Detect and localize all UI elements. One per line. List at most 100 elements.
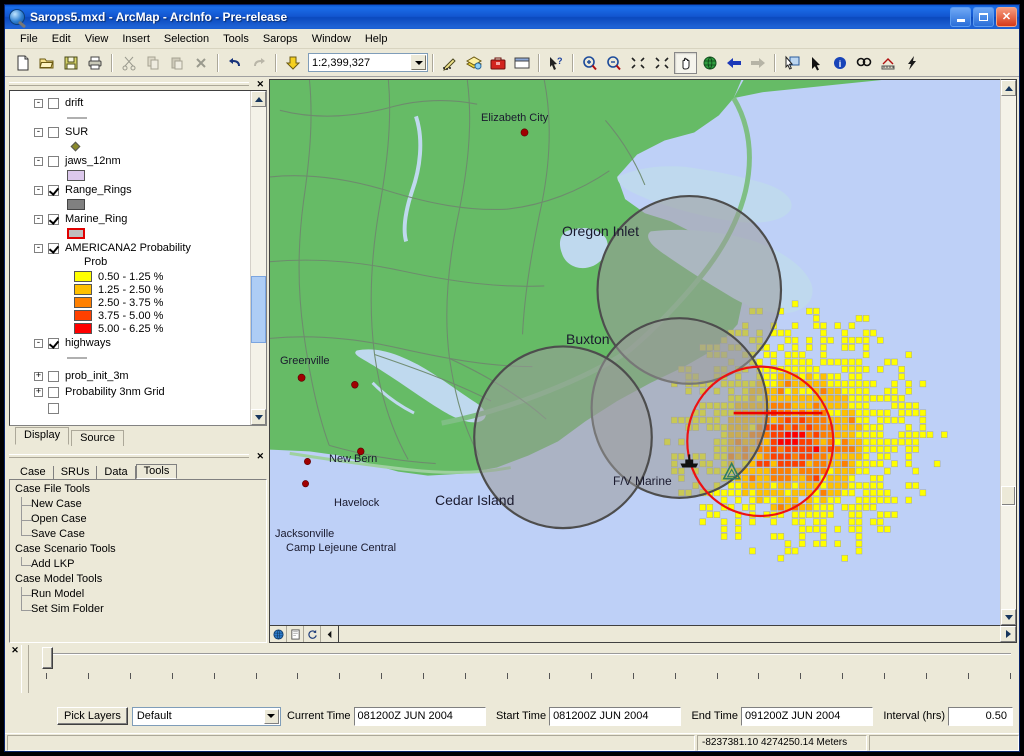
start-time-field[interactable]: 081200Z JUN 2004 xyxy=(549,706,682,726)
tool-save-case[interactable]: Save Case xyxy=(13,527,266,543)
map-scroll-up-button[interactable] xyxy=(1001,80,1016,96)
layer-visibility-checkbox[interactable] xyxy=(48,337,59,349)
maximize-button[interactable] xyxy=(973,7,994,27)
fixed-zoom-out-icon[interactable] xyxy=(650,52,673,74)
expander-icon[interactable]: - xyxy=(34,185,43,195)
toc-close-icon[interactable]: ✕ xyxy=(253,80,267,89)
window-icon[interactable] xyxy=(510,52,533,74)
map-scroll-right-button[interactable] xyxy=(1000,626,1016,642)
refresh-icon[interactable] xyxy=(304,626,321,642)
sarops-tools-tree[interactable]: Case File Tools New Case Open Case Save … xyxy=(9,479,267,643)
interval-field[interactable]: 0.50 xyxy=(948,706,1013,726)
expander-icon[interactable]: - xyxy=(34,156,43,166)
toolbox-icon[interactable] xyxy=(486,52,509,74)
expander-icon[interactable]: + xyxy=(34,371,43,381)
new-document-icon[interactable] xyxy=(11,52,34,74)
print-icon[interactable] xyxy=(83,52,106,74)
map-layers-icon[interactable] xyxy=(462,52,485,74)
redo-icon[interactable] xyxy=(247,52,270,74)
expander-icon[interactable]: - xyxy=(34,214,43,224)
zoom-in-icon[interactable] xyxy=(578,52,601,74)
chevron-down-icon[interactable] xyxy=(263,708,279,724)
layer-visibility-checkbox[interactable] xyxy=(48,402,59,414)
whats-this-icon[interactable]: ? xyxy=(544,52,567,74)
map-scroll-thumb[interactable] xyxy=(1001,485,1016,507)
editor-icon[interactable] xyxy=(438,52,461,74)
menu-sarops[interactable]: Sarops xyxy=(256,31,305,47)
pause-drawing-icon[interactable] xyxy=(321,626,338,642)
expander-icon[interactable]: - xyxy=(34,127,43,137)
cut-icon[interactable] xyxy=(117,52,140,74)
select-elements-icon[interactable] xyxy=(804,52,827,74)
pick-layers-button[interactable]: Pick Layers xyxy=(57,707,128,725)
toc-layer-marine-ring[interactable]: - Marine_Ring xyxy=(12,211,250,227)
full-extent-icon[interactable] xyxy=(698,52,721,74)
time-slider-close-icon[interactable]: ✕ xyxy=(9,643,21,699)
toc-layer-prob-init-3m[interactable]: + prob_init_3m xyxy=(12,368,250,384)
paste-icon[interactable] xyxy=(165,52,188,74)
layer-visibility-checkbox[interactable] xyxy=(48,184,59,196)
tool-add-lkp[interactable]: Add LKP xyxy=(13,557,266,573)
zoom-out-icon[interactable] xyxy=(602,52,625,74)
time-slider-rail[interactable] xyxy=(50,653,1011,655)
copy-icon[interactable] xyxy=(141,52,164,74)
chevron-down-icon[interactable] xyxy=(411,55,426,70)
expander-icon[interactable]: - xyxy=(34,98,43,108)
tab-case[interactable]: Case xyxy=(13,466,54,479)
layer-visibility-checkbox[interactable] xyxy=(48,126,59,138)
data-view-icon[interactable] xyxy=(270,626,287,642)
menu-edit[interactable]: Edit xyxy=(45,31,78,47)
toc-layer-probability-3nm-grid[interactable]: + Probability 3nm Grid xyxy=(12,384,250,400)
time-slider[interactable] xyxy=(32,643,1019,699)
scroll-track[interactable] xyxy=(251,107,266,409)
layer-visibility-checkbox[interactable] xyxy=(48,386,59,398)
sarops-drag-grip[interactable] xyxy=(9,454,249,458)
sarops-close-icon[interactable]: ✕ xyxy=(253,452,267,461)
toc-drag-grip[interactable] xyxy=(9,82,249,86)
layer-visibility-checkbox[interactable] xyxy=(48,213,59,225)
tab-display[interactable]: Display xyxy=(15,427,70,445)
expander-icon[interactable]: - xyxy=(34,243,43,253)
map-scroll-down-button[interactable] xyxy=(1001,609,1016,625)
toc-layer-sur[interactable]: - SUR xyxy=(12,124,250,140)
menu-file[interactable]: File xyxy=(13,31,45,47)
hyperlink-icon[interactable] xyxy=(900,52,923,74)
tool-set-sim-folder[interactable]: Set Sim Folder xyxy=(13,602,266,618)
tab-tools[interactable]: Tools xyxy=(135,464,178,479)
layout-view-icon[interactable] xyxy=(287,626,304,642)
scroll-thumb[interactable] xyxy=(251,276,266,343)
menu-insert[interactable]: Insert xyxy=(115,31,157,47)
map-canvas[interactable]: Elizabeth City Greenville New Bern Havel… xyxy=(269,79,1000,626)
add-data-icon[interactable] xyxy=(281,52,304,74)
fixed-zoom-in-icon[interactable] xyxy=(626,52,649,74)
tab-source[interactable]: Source xyxy=(71,430,124,446)
toc-layer-drift[interactable]: - drift xyxy=(12,95,250,111)
find-icon[interactable] xyxy=(852,52,875,74)
menu-help[interactable]: Help xyxy=(358,31,395,47)
map-vertical-scrollbar[interactable] xyxy=(1000,79,1017,626)
toc-layer-range-rings[interactable]: - Range_Rings xyxy=(12,182,250,198)
minimize-button[interactable] xyxy=(950,7,971,27)
expander-icon[interactable]: - xyxy=(34,338,43,348)
time-slider-grip[interactable] xyxy=(21,645,29,693)
scroll-up-button[interactable] xyxy=(251,91,266,107)
menu-window[interactable]: Window xyxy=(305,31,358,47)
toc-layer-highways[interactable]: - highways xyxy=(12,335,250,351)
layer-visibility-checkbox[interactable] xyxy=(48,97,59,109)
tab-srus[interactable]: SRUs xyxy=(54,466,98,479)
menu-tools[interactable]: Tools xyxy=(216,31,256,47)
map-scroll-track[interactable] xyxy=(1001,96,1016,609)
forward-extent-icon[interactable] xyxy=(746,52,769,74)
tab-data[interactable]: Data xyxy=(97,466,136,479)
layer-visibility-checkbox[interactable] xyxy=(48,155,59,167)
expander-icon[interactable]: + xyxy=(34,387,43,397)
layer-visibility-checkbox[interactable] xyxy=(48,242,59,254)
identify-icon[interactable]: i xyxy=(828,52,851,74)
back-extent-icon[interactable] xyxy=(722,52,745,74)
current-time-field[interactable]: 081200Z JUN 2004 xyxy=(353,706,486,726)
select-features-icon[interactable] xyxy=(780,52,803,74)
pan-icon[interactable] xyxy=(674,51,697,74)
open-folder-icon[interactable] xyxy=(35,52,58,74)
measure-icon[interactable] xyxy=(876,52,899,74)
scroll-down-button[interactable] xyxy=(251,409,266,425)
